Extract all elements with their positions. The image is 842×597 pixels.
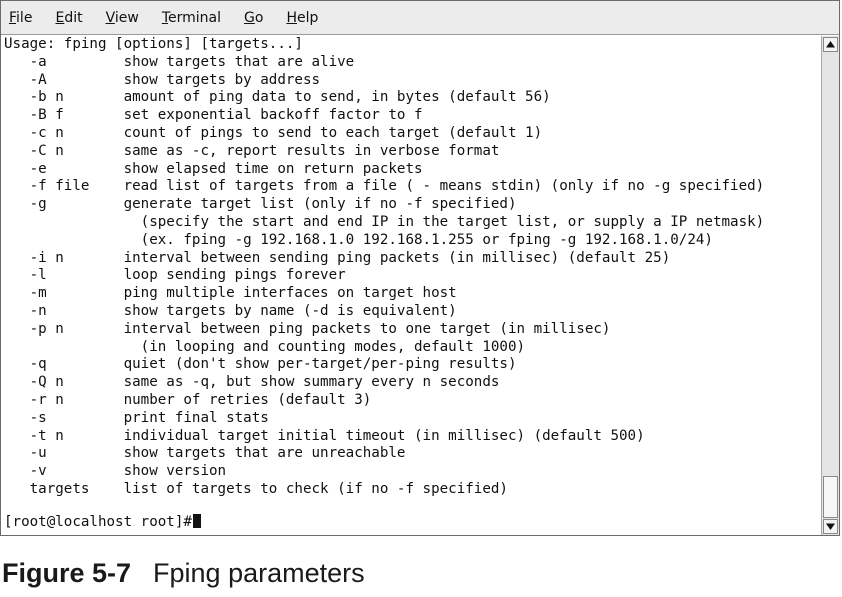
figure-caption: Figure 5-7 Fping parameters <box>2 558 365 589</box>
menu-bar: File Edit View Terminal Go Help <box>1 1 839 35</box>
terminal-output: Usage: fping [options] [targets...] -a s… <box>4 36 764 499</box>
terminal-line: -C n same as -c, report results in verbo… <box>4 142 500 159</box>
terminal-line: -n show targets by name (-d is equivalen… <box>4 302 457 319</box>
terminal-line: -t n individual target initial timeout (… <box>4 427 645 444</box>
menu-file[interactable]: File <box>9 10 32 26</box>
terminal-line: -a show targets that are alive <box>4 53 355 70</box>
terminal-line: -v show version <box>4 463 227 480</box>
terminal-line: -b n amount of ping data to send, in byt… <box>4 89 551 106</box>
terminal-line: -r n number of retries (default 3) <box>4 391 372 408</box>
scroll-up-arrow-icon[interactable] <box>823 37 838 52</box>
menu-go[interactable]: Go <box>244 10 263 26</box>
terminal-line: -q quiet (don't show per-target/per-ping… <box>4 356 517 373</box>
menu-help[interactable]: Help <box>286 10 318 26</box>
terminal-line: -g generate target list (only if no -f s… <box>4 196 517 213</box>
terminal-line: -Q n same as -q, but show summary every … <box>4 374 500 391</box>
menu-terminal[interactable]: Terminal <box>162 10 221 26</box>
menu-view[interactable]: View <box>106 10 139 26</box>
terminal-line: -f file read list of targets from a file… <box>4 178 765 195</box>
terminal-line: (in looping and counting modes, default … <box>4 338 526 355</box>
scroll-down-arrow-icon[interactable] <box>823 519 838 534</box>
terminal-line: targets list of targets to check (if no … <box>4 480 508 497</box>
terminal-line: Usage: fping [options] [targets...] <box>4 36 303 52</box>
figure-title: Fping parameters <box>153 558 365 588</box>
vertical-scrollbar[interactable] <box>821 36 839 535</box>
terminal-output-area[interactable]: Usage: fping [options] [targets...] -a s… <box>1 36 819 534</box>
terminal-line: (ex. fping -g 192.168.1.0 192.168.1.255 … <box>4 231 713 248</box>
terminal-line: -A show targets by address <box>4 71 321 88</box>
terminal-line: -B f set exponential backoff factor to f <box>4 107 423 124</box>
figure-number: Figure 5-7 <box>2 558 132 588</box>
terminal-line: -u show targets that are unreachable <box>4 445 406 462</box>
text-cursor <box>192 514 201 528</box>
shell-prompt[interactable]: [root@localhost root]# <box>4 514 201 532</box>
terminal-line: -c n count of pings to send to each targ… <box>4 124 543 141</box>
menu-edit[interactable]: Edit <box>55 10 82 26</box>
terminal-line: -m ping multiple interfaces on target ho… <box>4 285 457 302</box>
terminal-line: -e show elapsed time on return packets <box>4 160 423 177</box>
terminal-line: -p n interval between ping packets to on… <box>4 320 611 337</box>
scrollbar-thumb[interactable] <box>823 476 838 518</box>
prompt-text: [root@localhost root]# <box>4 514 192 530</box>
terminal-line: -i n interval between sending ping packe… <box>4 249 671 266</box>
terminal-line: -l loop sending pings forever <box>4 267 346 284</box>
terminal-line: (specify the start and end IP in the tar… <box>4 213 765 230</box>
terminal-line: -s print final stats <box>4 409 269 426</box>
terminal-window: File Edit View Terminal Go Help Usage: f… <box>0 0 840 536</box>
